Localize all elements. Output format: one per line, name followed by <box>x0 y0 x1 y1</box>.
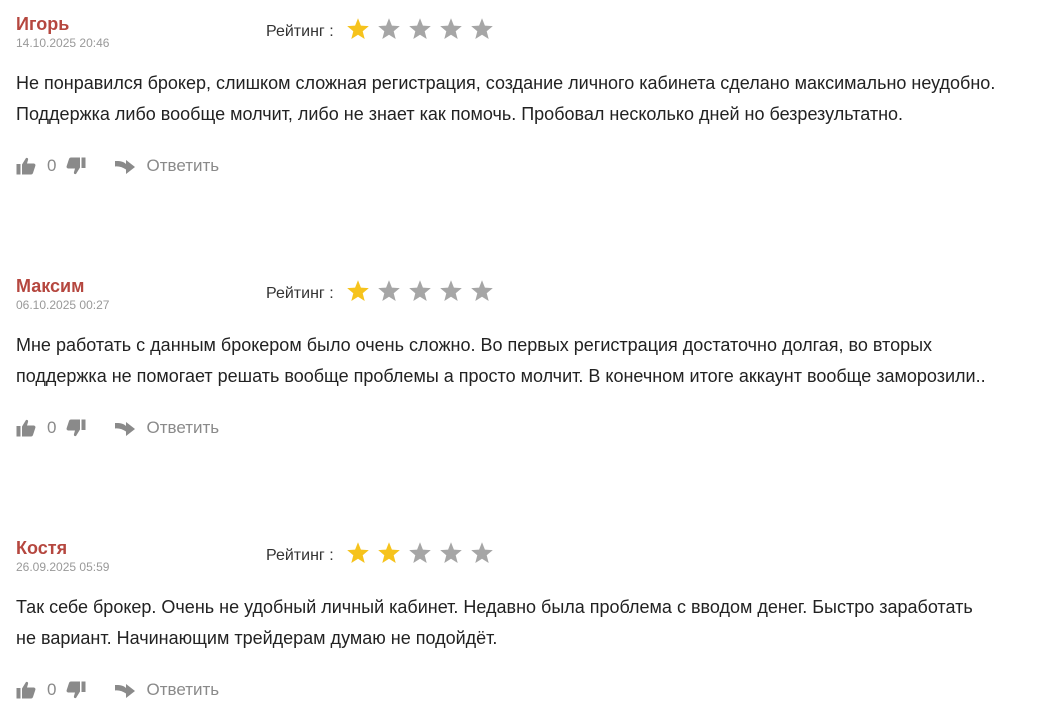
thumbs-up-icon <box>16 681 36 699</box>
star-filled-icon <box>346 279 370 303</box>
review-text-line: Так себе брокер. Очень не удобный личный… <box>16 597 973 617</box>
review-header: Костя 26.09.2025 05:59 Рейтинг : <box>16 536 1036 576</box>
like-count: 0 <box>47 680 57 699</box>
reply-button[interactable]: Ответить <box>114 680 219 700</box>
star-empty-icon <box>439 17 463 41</box>
like-count: 0 <box>47 156 57 175</box>
star-filled-icon <box>377 541 401 565</box>
rating-label: Рейтинг : <box>266 285 334 302</box>
rating-stars <box>346 541 501 565</box>
reply-button[interactable]: Ответить <box>114 418 219 438</box>
review-item: Костя 26.09.2025 05:59 Рейтинг : Так себ… <box>16 536 1036 699</box>
reply-arrow-icon <box>115 160 136 174</box>
review-header: Игорь 14.10.2025 20:46 Рейтинг : <box>16 12 1036 52</box>
review-author: Игорь <box>16 14 70 34</box>
reply-label: Ответить <box>146 156 220 175</box>
thumbs-up-icon <box>16 419 36 437</box>
like-button[interactable] <box>16 157 36 175</box>
dislike-button[interactable] <box>66 681 86 699</box>
star-empty-icon <box>377 17 401 41</box>
like-count: 0 <box>47 418 57 437</box>
review-rating: Рейтинг : <box>266 538 501 568</box>
star-empty-icon <box>408 17 432 41</box>
review-date: 06.10.2025 00:27 <box>16 298 110 312</box>
rating-label: Рейтинг : <box>266 23 334 40</box>
review-text-line: Поддержка либо вообще молчит, либо не зн… <box>16 104 904 124</box>
star-empty-icon <box>408 279 432 303</box>
review-text-line: поддержка не помогает решать вообще проб… <box>16 366 986 386</box>
review-rating: Рейтинг : <box>266 276 501 306</box>
review-author: Максим <box>16 276 85 296</box>
reply-arrow-icon <box>115 422 136 436</box>
review-header: Максим 06.10.2025 00:27 Рейтинг : <box>16 274 1036 314</box>
review-rating: Рейтинг : <box>266 14 501 44</box>
star-empty-icon <box>377 279 401 303</box>
thumbs-down-icon <box>67 157 86 175</box>
reply-arrow-icon <box>115 684 136 698</box>
star-empty-icon <box>408 541 432 565</box>
review-date: 26.09.2025 05:59 <box>16 560 110 574</box>
star-filled-icon <box>346 17 370 41</box>
like-button[interactable] <box>16 681 36 699</box>
review-actions: 0 Ответить <box>16 416 219 440</box>
review-text: Мне работать с данным брокером было очен… <box>16 330 1041 392</box>
reply-button[interactable]: Ответить <box>114 156 219 176</box>
thumbs-up-icon <box>16 157 36 175</box>
review-text-line: не вариант. Начинающим трейдерам думаю н… <box>16 628 498 648</box>
like-button[interactable] <box>16 419 36 437</box>
dislike-button[interactable] <box>66 419 86 437</box>
rating-stars <box>346 17 501 41</box>
reply-label: Ответить <box>146 418 220 437</box>
review-text: Не понравился брокер, слишком сложная ре… <box>16 68 1041 130</box>
dislike-button[interactable] <box>66 157 86 175</box>
review-actions: 0 Ответить <box>16 154 219 178</box>
review-item: Максим 06.10.2025 00:27 Рейтинг : Мне ра… <box>16 274 1036 437</box>
review-text-line: Мне работать с данным брокером было очен… <box>16 335 933 355</box>
thumbs-down-icon <box>67 419 86 437</box>
reply-label: Ответить <box>146 680 220 699</box>
star-empty-icon <box>470 17 494 41</box>
review-text: Так себе брокер. Очень не удобный личный… <box>16 592 1041 654</box>
star-empty-icon <box>470 279 494 303</box>
thumbs-down-icon <box>67 681 86 699</box>
star-empty-icon <box>470 541 494 565</box>
review-date: 14.10.2025 20:46 <box>16 36 110 50</box>
rating-label: Рейтинг : <box>266 547 334 564</box>
review-actions: 0 Ответить <box>16 678 219 702</box>
star-empty-icon <box>439 541 463 565</box>
star-empty-icon <box>439 279 463 303</box>
review-text-line: Не понравился брокер, слишком сложная ре… <box>16 73 996 93</box>
star-filled-icon <box>346 541 370 565</box>
review-item: Игорь 14.10.2025 20:46 Рейтинг : Не понр… <box>16 12 1036 175</box>
review-author: Костя <box>16 538 68 558</box>
rating-stars <box>346 279 501 303</box>
